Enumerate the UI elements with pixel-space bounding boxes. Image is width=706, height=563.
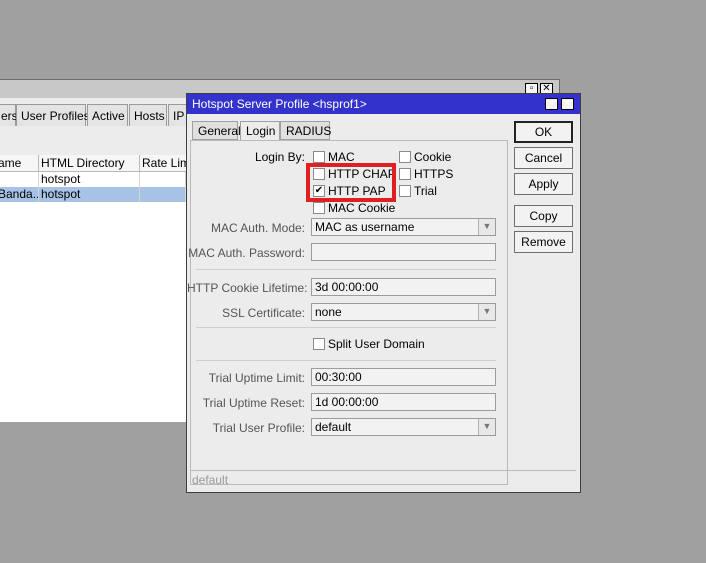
tab-label: User Profiles: [21, 109, 90, 123]
tab-label: Active: [92, 109, 125, 123]
trial-uptime-reset-input[interactable]: 1d 00:00:00: [311, 393, 496, 411]
mac-checkbox-label: MAC: [328, 150, 355, 164]
cell-html-directory: hotspot: [39, 172, 140, 187]
cell-name: [0, 172, 39, 187]
tab-hosts[interactable]: Hosts: [129, 104, 167, 126]
column-header-name[interactable]: ame: [0, 155, 39, 172]
select-value: none: [315, 305, 342, 319]
select-value: MAC as username: [315, 220, 415, 234]
mac-auth-mode-select[interactable]: MAC as username ▼: [311, 218, 496, 236]
divider: [196, 360, 496, 361]
tab-label: General: [198, 124, 241, 138]
ssl-certificate-select[interactable]: none ▼: [311, 303, 496, 321]
tab-login[interactable]: Login: [240, 121, 280, 141]
trial-uptime-reset-label: Trial Uptime Reset:: [202, 396, 305, 410]
mac-auth-mode-label: MAC Auth. Mode:: [210, 221, 305, 235]
trial-checkbox-label: Trial: [414, 184, 437, 198]
profiles-table: ame HTML Directory Rate Limi hotspot Ban…: [0, 155, 190, 422]
mac-checkbox[interactable]: [313, 151, 325, 163]
dialog-titlebar[interactable]: Hotspot Server Profile <hsprof1> ▫ ✕: [187, 94, 580, 114]
background-tabs: ers User Profiles Active Hosts IP: [0, 104, 190, 126]
trial-uptime-limit-label: Trial Uptime Limit:: [208, 371, 305, 385]
status-bar: default: [190, 470, 576, 489]
restore-icon[interactable]: ▫: [545, 98, 558, 110]
column-label: HTML Directory: [41, 156, 125, 170]
cookie-checkbox-label: Cookie: [414, 150, 452, 164]
tab-label: Login: [246, 124, 276, 138]
tab-servers[interactable]: ers: [0, 104, 18, 126]
mac-auth-password-label: MAC Auth. Password:: [188, 246, 305, 260]
trial-uptime-limit-input[interactable]: 00:30:00: [311, 368, 496, 386]
cookie-checkbox[interactable]: [399, 151, 411, 163]
trial-user-profile-label: Trial User Profile:: [212, 421, 305, 435]
https-checkbox[interactable]: [399, 168, 411, 180]
apply-button[interactable]: Apply: [514, 173, 573, 195]
mac-cookie-checkbox[interactable]: [313, 202, 325, 214]
cell-html-directory: hotspot: [39, 187, 140, 202]
trial-checkbox[interactable]: [399, 185, 411, 197]
tab-label: RADIUS: [286, 124, 332, 138]
tab-label: Hosts: [134, 109, 165, 123]
tab-radius[interactable]: RADIUS: [280, 121, 332, 140]
cancel-button[interactable]: Cancel: [514, 147, 573, 169]
cell-rate-limit: [140, 187, 186, 202]
tab-user-profiles[interactable]: User Profiles: [16, 104, 90, 126]
http-cookie-lifetime-input[interactable]: 3d 00:00:00: [311, 278, 496, 296]
login-by-label: Login By:: [254, 150, 305, 164]
ok-button[interactable]: OK: [514, 121, 573, 143]
close-icon[interactable]: ✕: [561, 98, 574, 110]
https-checkbox-label: HTTPS: [414, 167, 454, 181]
table-row[interactable]: hotspot: [0, 172, 186, 187]
split-user-domain-checkbox[interactable]: [313, 338, 325, 350]
hotspot-server-profile-dialog: Hotspot Server Profile <hsprof1> ▫ ✕ Gen…: [186, 93, 581, 493]
column-header-html-directory[interactable]: HTML Directory: [39, 155, 140, 172]
tab-general[interactable]: General: [192, 121, 241, 140]
tab-label: IP: [173, 109, 185, 123]
dropdown-arrow-icon[interactable]: ▼: [478, 219, 495, 235]
highlight-box: [306, 163, 396, 202]
trial-user-profile-select[interactable]: default ▼: [311, 418, 496, 436]
split-user-domain-label: Split User Domain: [328, 337, 425, 351]
column-label: ame: [0, 156, 22, 170]
select-value: default: [315, 420, 352, 434]
http-cookie-lifetime-label: HTTP Cookie Lifetime:: [187, 281, 308, 295]
dialog-title: Hotspot Server Profile <hsprof1>: [192, 97, 367, 111]
mac-auth-password-input[interactable]: [311, 243, 496, 261]
ssl-certificate-label: SSL Certificate:: [222, 306, 305, 320]
tab-active[interactable]: Active: [87, 104, 128, 126]
dropdown-arrow-icon[interactable]: ▼: [478, 304, 495, 320]
remove-button[interactable]: Remove: [514, 231, 573, 253]
copy-button[interactable]: Copy: [514, 205, 573, 227]
divider: [196, 327, 496, 328]
cell-rate-limit: [140, 172, 186, 187]
column-header-rate-limit[interactable]: Rate Limi: [140, 155, 190, 172]
column-label: Rate Limi: [142, 156, 190, 170]
divider: [196, 269, 496, 270]
cell-name: Banda...: [0, 187, 39, 202]
mac-cookie-checkbox-label: MAC Cookie: [328, 201, 396, 215]
table-row-selected[interactable]: Banda... hotspot: [0, 187, 186, 202]
dropdown-arrow-icon[interactable]: ▼: [478, 419, 495, 435]
